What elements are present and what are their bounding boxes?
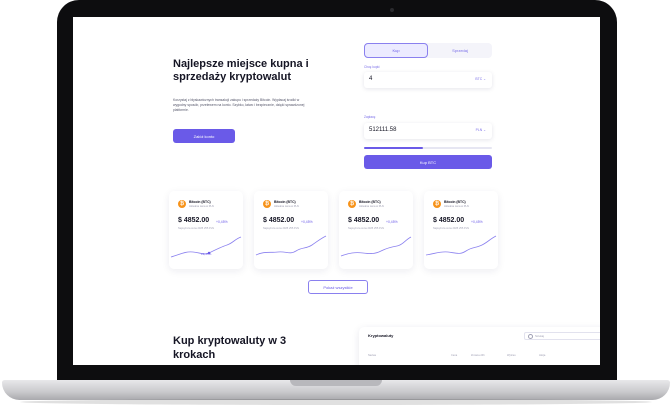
coin-note: Najwyższa cena 2025 255 PLN <box>263 227 300 230</box>
tab-buy[interactable]: Kup <box>364 43 428 58</box>
coin-price: $ 4852.00 <box>263 217 295 224</box>
column-header: Cena <box>451 354 458 357</box>
coin-subtitle: Aktualna cena w PLN <box>274 205 299 208</box>
coin-subtitle: Aktualna cena w PLN <box>359 205 384 208</box>
coin-change: +0,45% <box>471 220 483 224</box>
price-card[interactable]: ₿ Bitcoin (BTC) Aktualna cena w PLN $ 48… <box>424 191 498 269</box>
search-placeholder: Szukaj <box>535 334 545 338</box>
chart-tag: +0,45% <box>201 252 212 256</box>
price-card[interactable]: ₿ Bitcoin (BTC) Aktualna cena w PLN $ 48… <box>169 191 243 269</box>
column-header: Nazwa <box>368 354 376 357</box>
amount-field[interactable]: 4 BTC ⌄ <box>364 72 492 88</box>
webpage: Najlepsze miejsce kupna i sprzedaży kryp… <box>73 17 600 365</box>
sparkline <box>255 235 327 256</box>
tab-sell[interactable]: Sprzedaj <box>428 43 492 58</box>
amount-currency-select[interactable]: BTC ⌄ <box>475 77 486 81</box>
trade-tabs: Kup Sprzedaj <box>364 43 492 58</box>
sparkline <box>340 236 412 257</box>
laptop-notch <box>290 380 382 386</box>
column-header: Zmiana 24h <box>471 354 485 357</box>
sparkline <box>170 236 242 258</box>
coin-name: Bitcoin (BTC) <box>189 200 211 204</box>
coin-change: +0,45% <box>386 220 398 224</box>
laptop-shadow <box>20 399 652 405</box>
bitcoin-icon: ₿ <box>433 200 441 208</box>
section-title: Kup kryptowaluty w 3 krokach <box>173 335 287 361</box>
coin-name: Bitcoin (BTC) <box>444 200 466 204</box>
create-account-button[interactable]: Załóż konto <box>173 129 235 143</box>
coin-note: Najwyższa cena 2025 255 PLN <box>178 227 215 230</box>
coin-note: Najwyższa cena 2025 255 PLN <box>348 227 385 230</box>
trade-widget: Kup Sprzedaj Chcę kupić 4 BTC ⌄ Zapłacę … <box>360 39 498 169</box>
pay-field[interactable]: 512111.58 PLN ⌄ <box>364 123 492 139</box>
search-icon <box>528 334 533 339</box>
price-card[interactable]: ₿ Bitcoin (BTC) Aktualna cena w PLN $ 48… <box>339 191 413 269</box>
bitcoin-icon: ₿ <box>178 200 186 208</box>
coin-name: Bitcoin (BTC) <box>359 200 381 204</box>
coin-change: +0,45% <box>216 220 228 224</box>
pay-label: Zapłacę <box>364 115 376 119</box>
coin-price: $ 4852.00 <box>348 217 380 224</box>
coin-price: $ 4852.00 <box>178 217 210 224</box>
hero-description: Korzystaj z błyskawicznych transakcji za… <box>173 98 305 112</box>
sparkline <box>425 235 497 256</box>
hero-title: Najlepsze miejsce kupna i sprzedaży kryp… <box>173 58 309 83</box>
camera <box>390 8 394 12</box>
coin-subtitle: Aktualna cena w PLN <box>444 205 469 208</box>
coin-name: Bitcoin (BTC) <box>274 200 296 204</box>
buy-btc-button[interactable]: Kup BTC <box>364 155 492 169</box>
bitcoin-icon: ₿ <box>348 200 356 208</box>
column-header: Wykres <box>507 354 516 357</box>
show-all-button[interactable]: Pokaż wszystkie <box>308 280 368 294</box>
search-input[interactable]: Szukaj <box>524 332 600 340</box>
bitcoin-icon: ₿ <box>263 200 271 208</box>
pay-value: 512111.58 <box>369 127 397 133</box>
coin-subtitle: Aktualna cena w PLN <box>189 205 214 208</box>
progress-bar <box>364 147 492 149</box>
progress-fill <box>364 147 423 149</box>
amount-value: 4 <box>369 76 373 82</box>
pay-currency-select[interactable]: PLN ⌄ <box>476 128 486 132</box>
crypto-table-panel: Kryptowaluty Szukaj Nazwa Cena Zmiana 24… <box>359 327 600 365</box>
price-card[interactable]: ₿ Bitcoin (BTC) Aktualna cena w PLN $ 48… <box>254 191 328 269</box>
coin-price: $ 4852.00 <box>433 217 465 224</box>
panel-title: Kryptowaluty <box>368 333 394 338</box>
amount-label: Chcę kupić <box>364 65 380 69</box>
coin-change: +0,45% <box>301 220 313 224</box>
column-header: Akcja <box>539 354 546 357</box>
coin-note: Najwyższa cena 2025 255 PLN <box>433 227 470 230</box>
